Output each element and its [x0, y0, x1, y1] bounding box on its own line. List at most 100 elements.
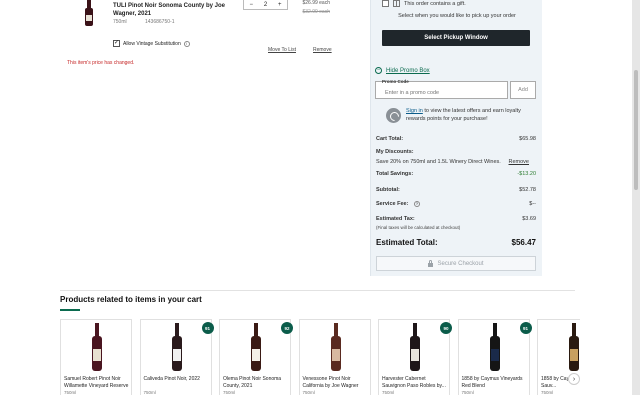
product-card[interactable]: 90 Harvester Cabernet Sauvignon Paso Robl…: [378, 319, 452, 395]
product-card-size: 750ml: [461, 390, 474, 395]
product-card-size: 750ml: [541, 390, 554, 395]
vintage-label: Allow Vintage Substitution: [123, 40, 181, 47]
cart-total-value: $65.98: [519, 136, 536, 142]
pickup-note: Select when you would like to pick up yo…: [398, 13, 516, 19]
service-fee-label: Service Fee:: [376, 201, 409, 207]
service-fee-label-wrap: Service Fee: ?: [376, 201, 420, 207]
product-card-size: 750ml: [64, 390, 77, 395]
cart-total-row: Cart Total: $65.98: [376, 136, 536, 142]
product-card-size: 750ml: [302, 390, 315, 395]
product-card-image[interactable]: [248, 323, 264, 371]
quantity-increase-button[interactable]: +: [278, 2, 282, 8]
product-card-image[interactable]: [169, 323, 185, 371]
product-card-name[interactable]: Samuel Robert Pinot Noir Willamette Vine…: [64, 376, 132, 390]
quantity-stepper[interactable]: − 2 +: [243, 0, 288, 10]
discount-remove-link[interactable]: Remove: [509, 159, 529, 165]
savings-row: Total Savings: -$13.20: [376, 171, 536, 177]
product-card-image[interactable]: [328, 323, 344, 371]
price-each: $26.99 each: [302, 0, 330, 6]
signin-message: Sign in to view the latest offers and ea…: [406, 107, 536, 123]
cart-total-label: Cart Total:: [376, 136, 404, 142]
carousel-next-button[interactable]: ›: [568, 373, 580, 385]
rating-badge: 92: [281, 322, 293, 334]
estimated-total-value: $56.47: [511, 238, 536, 247]
product-card[interactable]: Samuel Robert Pinot Noir Willamette Vine…: [60, 319, 132, 395]
tax-label: Estimated Tax:: [376, 216, 415, 222]
rating-badge: 91: [201, 322, 214, 334]
discounts-row: My Discounts:: [376, 149, 536, 155]
cart-page: TULI Pinot Noir Sonoma County by Joe Wag…: [0, 0, 632, 395]
estimated-total-row: Estimated Total: $56.47: [376, 238, 536, 247]
quantity-value[interactable]: 2: [264, 2, 267, 8]
service-fee-value: $--: [529, 201, 536, 207]
vintage-substitution: ✓ Allow Vintage Substitution i: [113, 40, 190, 47]
product-card[interactable]: 91 1858 by Caymus Vineyards Red Blend 750m…: [457, 319, 532, 395]
remove-item-link[interactable]: Remove: [313, 47, 332, 53]
estimated-total-label: Estimated Total:: [376, 238, 438, 247]
title-underline: [60, 309, 80, 311]
tax-value: $3.69: [522, 216, 536, 222]
product-card[interactable]: 91 Caliveda Pinot Noir, 2022 750ml: [139, 319, 214, 395]
secure-checkout-label: Secure Checkout: [437, 260, 484, 267]
product-card[interactable]: Venessone Pinot Noir California by Joe W…: [298, 319, 371, 395]
gift-option[interactable]: This order contains a gift.: [382, 0, 466, 7]
savings-label: Total Savings:: [376, 171, 414, 177]
product-card-size: 750ml: [223, 390, 236, 395]
move-to-list-link[interactable]: Move To List: [268, 47, 296, 53]
product-card-image[interactable]: [566, 323, 580, 371]
gift-label: This order contains a gift.: [404, 0, 466, 7]
secure-checkout-button[interactable]: Secure Checkout: [376, 256, 536, 271]
product-card-name[interactable]: 1858 by Caymus Vineyards Red Blend: [462, 376, 530, 390]
product-image[interactable]: [82, 0, 96, 26]
subtotal-label: Subtotal:: [376, 187, 400, 193]
promo-code-label: Promo Code: [382, 79, 409, 84]
rewards-icon: [386, 108, 401, 123]
hide-promo-box-toggle[interactable]: − Hide Promo Box: [375, 67, 430, 74]
product-card-image[interactable]: [89, 323, 105, 371]
cart-item-size: 750ml: [113, 19, 127, 25]
sign-in-link[interactable]: Sign in: [406, 108, 423, 114]
subtotal-value: $52.78: [519, 187, 536, 193]
product-card-image[interactable]: [487, 323, 503, 371]
vintage-checkbox[interactable]: ✓: [113, 40, 120, 47]
gift-icon: [393, 0, 400, 7]
related-products-title: Products related to items in your cart: [60, 295, 202, 304]
tax-row: Estimated Tax: $3.69: [376, 216, 536, 222]
gift-checkbox[interactable]: [382, 0, 389, 7]
tax-note: (Final taxes will be calculated at check…: [376, 225, 461, 230]
discounts-label: My Discounts:: [376, 149, 414, 155]
service-fee-info-icon[interactable]: ?: [413, 201, 420, 207]
product-card-name[interactable]: Caliveda Pinot Noir, 2022: [144, 376, 212, 383]
savings-value: -$13.20: [517, 171, 536, 177]
promo-add-button[interactable]: Add: [510, 81, 536, 99]
product-card-size: 750ml: [382, 390, 395, 395]
discount-text: Save 20% on 750ml and 1.5L Winery Direct…: [376, 159, 501, 165]
rating-badge: 91: [519, 322, 532, 334]
product-card-name[interactable]: Harvester Cabernet Sauvignon Paso Robles…: [382, 376, 450, 390]
quantity-decrease-button[interactable]: −: [249, 2, 253, 8]
product-card[interactable]: 92 Olema Pinot Noir Sonoma County, 2021 75…: [219, 319, 293, 395]
page-scrollbar[interactable]: [632, 0, 640, 395]
discount-line: Save 20% on 750ml and 1.5L Winery Direct…: [376, 159, 536, 165]
subtotal-row: Subtotal: $52.78: [376, 187, 536, 193]
service-fee-row: Service Fee: ? $--: [376, 201, 536, 207]
minus-circle-icon: −: [375, 67, 382, 74]
signin-description: to view the latest offers and earn loyal…: [406, 108, 521, 122]
product-card-name[interactable]: Venessone Pinot Noir California by Joe W…: [303, 376, 371, 390]
related-products-carousel: Samuel Robert Pinot Noir Willamette Vine…: [60, 319, 580, 395]
info-icon[interactable]: i: [183, 40, 190, 47]
order-summary: This order contains a gift. Select when …: [370, 0, 542, 276]
rating-badge: 90: [440, 322, 452, 334]
lock-icon: [428, 259, 434, 267]
scrollbar-thumb[interactable]: [634, 70, 638, 190]
select-pickup-window-button[interactable]: Select Pickup Window: [382, 30, 530, 46]
product-card-name[interactable]: Olema Pinot Noir Sonoma County, 2021: [223, 376, 291, 390]
promo-toggle-label[interactable]: Hide Promo Box: [386, 68, 430, 74]
price-changed-notice: This item's price has changed.: [67, 60, 135, 66]
section-divider: [60, 290, 575, 291]
product-card-size: 750ml: [143, 390, 156, 395]
cart-item-sku: 143686750-1: [145, 19, 175, 25]
cart-item-name[interactable]: TULI Pinot Noir Sonoma County by Joe Wag…: [113, 2, 228, 18]
price-original: $32.99 each: [302, 9, 330, 15]
product-card-image[interactable]: [407, 323, 423, 371]
